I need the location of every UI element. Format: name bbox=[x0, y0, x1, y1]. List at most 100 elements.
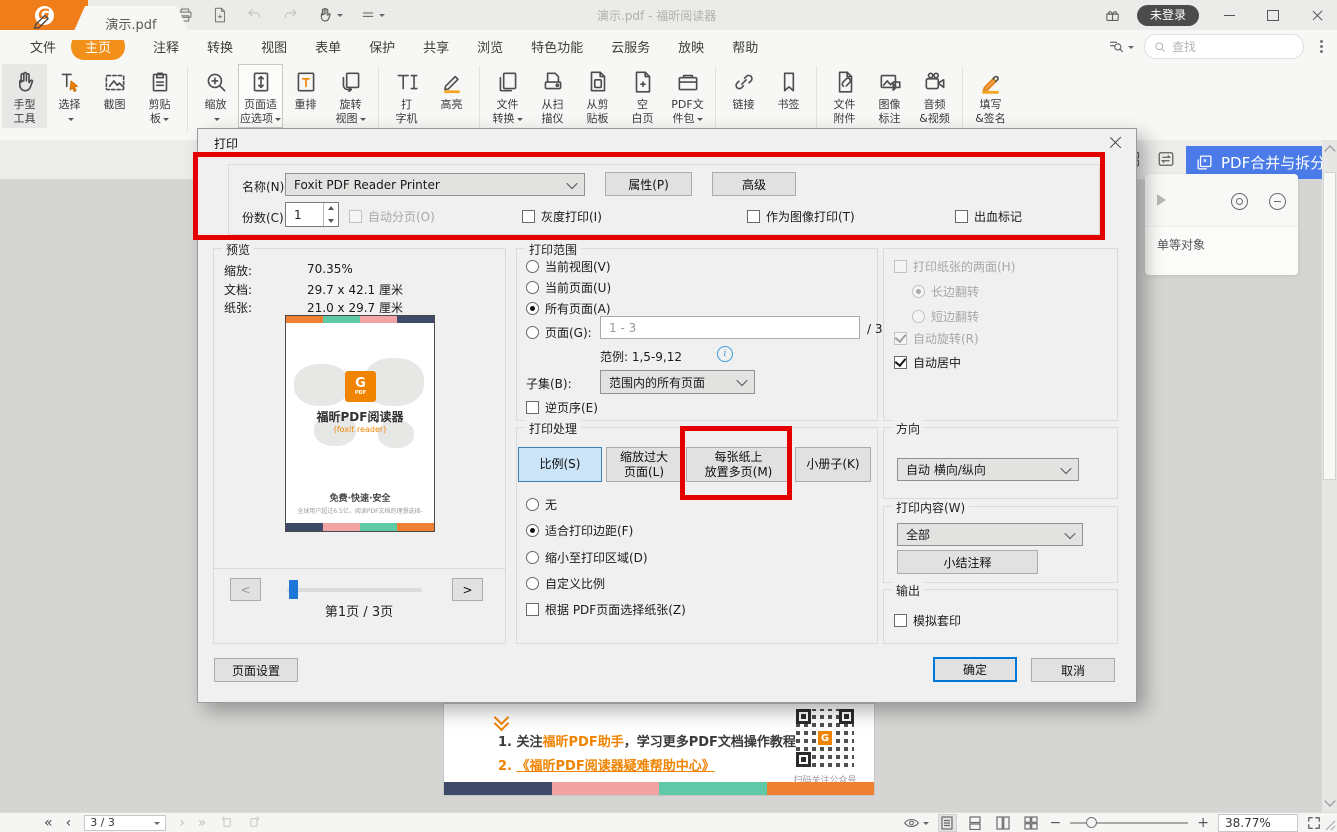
next-page-icon[interactable]: › bbox=[179, 816, 185, 830]
menu-form[interactable]: 表单 bbox=[315, 34, 341, 59]
zoom-slider[interactable] bbox=[1070, 822, 1188, 824]
facing-continuous-view-icon[interactable] bbox=[1022, 814, 1041, 832]
document-tab[interactable]: 演示.pdf bbox=[70, 6, 192, 40]
menu-convert[interactable]: 转换 bbox=[207, 34, 233, 59]
booklet-tab[interactable]: 小册子(K) bbox=[795, 447, 871, 482]
menu-present[interactable]: 放映 bbox=[678, 34, 704, 59]
ribbon-file-attachment[interactable]: 文件附件 bbox=[822, 64, 867, 128]
rotate-left-icon[interactable] bbox=[219, 815, 234, 830]
ribbon-select[interactable]: 选择 bbox=[47, 64, 92, 128]
scroll-down-icon[interactable] bbox=[1324, 795, 1335, 806]
annotate-pen-icon[interactable] bbox=[32, 9, 54, 31]
scrollbar-thumb[interactable] bbox=[1323, 172, 1336, 480]
zoom-out-icon[interactable]: − bbox=[1050, 815, 1062, 831]
ribbon-reflow[interactable]: 重排 bbox=[283, 64, 328, 114]
eye-icon[interactable] bbox=[903, 816, 929, 830]
ribbon-image-annotation[interactable]: 图像标注 bbox=[867, 64, 912, 128]
zoom-level-input[interactable]: 38.77% bbox=[1218, 814, 1298, 832]
ribbon-convert[interactable]: 文件转换 bbox=[485, 64, 530, 128]
menu-features[interactable]: 特色功能 bbox=[531, 34, 583, 59]
rotate-right-icon[interactable] bbox=[247, 815, 262, 830]
ribbon-zoom[interactable]: 缩放 bbox=[193, 64, 238, 128]
scale-none-radio[interactable]: 无 bbox=[526, 496, 557, 513]
ribbon-snapshot[interactable]: 截图 bbox=[92, 64, 137, 114]
summarize-comments-button[interactable]: 小结注释 bbox=[897, 550, 1038, 574]
help-center-link[interactable]: 《福昕PDF阅读器疑难帮助中心》 bbox=[517, 759, 715, 774]
zoom-in-icon[interactable]: + bbox=[1197, 815, 1209, 831]
maximize-button[interactable] bbox=[1259, 3, 1287, 27]
preview-page-slider[interactable] bbox=[287, 588, 422, 592]
ribbon-page-fit[interactable]: 页面适应选项 bbox=[238, 64, 283, 128]
ribbon-audio-video[interactable]: 音频&视频 bbox=[912, 64, 957, 128]
play-icon[interactable] bbox=[1157, 194, 1172, 206]
ok-button[interactable]: 确定 bbox=[933, 657, 1017, 682]
preview-next-button[interactable]: > bbox=[452, 578, 483, 601]
pages-radio[interactable]: 页面(G): bbox=[526, 324, 592, 341]
swap-panel-icon[interactable] bbox=[1157, 150, 1175, 168]
continuous-view-icon[interactable] bbox=[966, 814, 985, 832]
hand-select-icon[interactable] bbox=[316, 6, 343, 24]
search-input[interactable]: 查找 bbox=[1144, 34, 1304, 59]
fit-margins-radio[interactable]: 适合打印边距(F) bbox=[526, 522, 633, 539]
menu-browse[interactable]: 浏览 bbox=[477, 34, 503, 59]
ribbon-from-scanner[interactable]: 从扫描仪 bbox=[530, 64, 575, 128]
zoom-slider-thumb[interactable] bbox=[1086, 817, 1097, 828]
minimize-button[interactable] bbox=[1215, 3, 1243, 27]
cancel-button[interactable]: 取消 bbox=[1031, 658, 1115, 682]
ribbon-fill-sign[interactable]: 填写&签名 bbox=[968, 64, 1013, 128]
current-page-radio[interactable]: 当前页面(U) bbox=[526, 279, 611, 296]
subset-select[interactable]: 范围内的所有页面 bbox=[600, 370, 755, 394]
shrink-area-radio[interactable]: 缩小至打印区域(D) bbox=[526, 549, 648, 566]
ribbon-bookmark[interactable]: 书签 bbox=[766, 64, 811, 114]
customize-toolbar-icon[interactable] bbox=[360, 7, 385, 23]
menu-help[interactable]: 帮助 bbox=[732, 34, 758, 59]
menu-share[interactable]: 共享 bbox=[423, 34, 449, 59]
info-icon[interactable]: i bbox=[717, 346, 733, 362]
ribbon-link[interactable]: 链接 bbox=[721, 64, 766, 114]
custom-scale-radio[interactable]: 自定义比例 bbox=[526, 575, 605, 592]
preview-prev-button[interactable]: < bbox=[230, 578, 261, 601]
pages-input[interactable]: 1 - 3 bbox=[600, 316, 860, 339]
prev-page-icon[interactable]: ‹ bbox=[66, 816, 72, 830]
menu-view[interactable]: 视图 bbox=[261, 34, 287, 59]
redo-icon[interactable] bbox=[281, 6, 299, 24]
resize-grip-icon[interactable] bbox=[1324, 819, 1336, 831]
ribbon-hand-tool[interactable]: 手型工具 bbox=[2, 64, 47, 128]
ribbon-blank-page[interactable]: 空白页 bbox=[620, 64, 665, 128]
page-number-select[interactable]: 3 / 3 bbox=[84, 815, 166, 831]
simulate-overprint-checkbox[interactable]: 模拟套印 bbox=[894, 612, 961, 629]
menu-cloud[interactable]: 云服务 bbox=[611, 34, 650, 59]
last-page-icon[interactable]: » bbox=[198, 816, 207, 830]
login-button[interactable]: 未登录 bbox=[1137, 5, 1199, 26]
scale-tab[interactable]: 比例(S) bbox=[518, 447, 602, 482]
all-pages-radio[interactable]: 所有页面(A) bbox=[526, 300, 611, 317]
undo-icon[interactable] bbox=[246, 6, 264, 24]
orientation-select[interactable]: 自动 横向/纵向 bbox=[897, 458, 1079, 481]
scroll-up-icon[interactable] bbox=[1324, 145, 1335, 156]
facing-view-icon[interactable] bbox=[994, 814, 1013, 832]
vertical-scrollbar[interactable] bbox=[1322, 140, 1337, 812]
ribbon-rotate-view[interactable]: 旋转视图 bbox=[328, 64, 373, 128]
shrink-oversized-tab[interactable]: 缩放过大页面(L) bbox=[606, 447, 682, 482]
close-button[interactable] bbox=[1303, 3, 1331, 27]
reverse-pages-checkbox[interactable]: 逆页序(E) bbox=[526, 399, 598, 416]
ribbon-from-clipboard[interactable]: 从剪贴板 bbox=[575, 64, 620, 128]
single-page-view-icon[interactable] bbox=[938, 814, 957, 832]
page-setup-button[interactable]: 页面设置 bbox=[214, 658, 298, 682]
minus-circle-icon[interactable] bbox=[1269, 193, 1286, 210]
preview-slider-thumb[interactable] bbox=[289, 580, 298, 599]
print-content-select[interactable]: 全部 bbox=[897, 523, 1083, 546]
ribbon-typewriter[interactable]: 打字机 bbox=[384, 64, 429, 128]
menu-file[interactable]: 文件 bbox=[30, 34, 56, 59]
more-menu-icon[interactable] bbox=[1320, 45, 1323, 48]
choose-paper-checkbox[interactable]: 根据 PDF页面选择纸张(Z) bbox=[526, 601, 686, 618]
gift-icon[interactable] bbox=[1104, 7, 1121, 24]
first-page-icon[interactable]: « bbox=[44, 816, 53, 830]
current-view-radio[interactable]: 当前视图(V) bbox=[526, 258, 611, 275]
new-page-icon[interactable] bbox=[211, 6, 229, 24]
fullscreen-icon[interactable] bbox=[1307, 816, 1321, 830]
double-chevron-down-icon[interactable] bbox=[496, 712, 507, 729]
ribbon-highlight[interactable]: 高亮 bbox=[429, 64, 474, 114]
find-options-icon[interactable] bbox=[1108, 38, 1134, 55]
menu-protect[interactable]: 保护 bbox=[369, 34, 395, 59]
